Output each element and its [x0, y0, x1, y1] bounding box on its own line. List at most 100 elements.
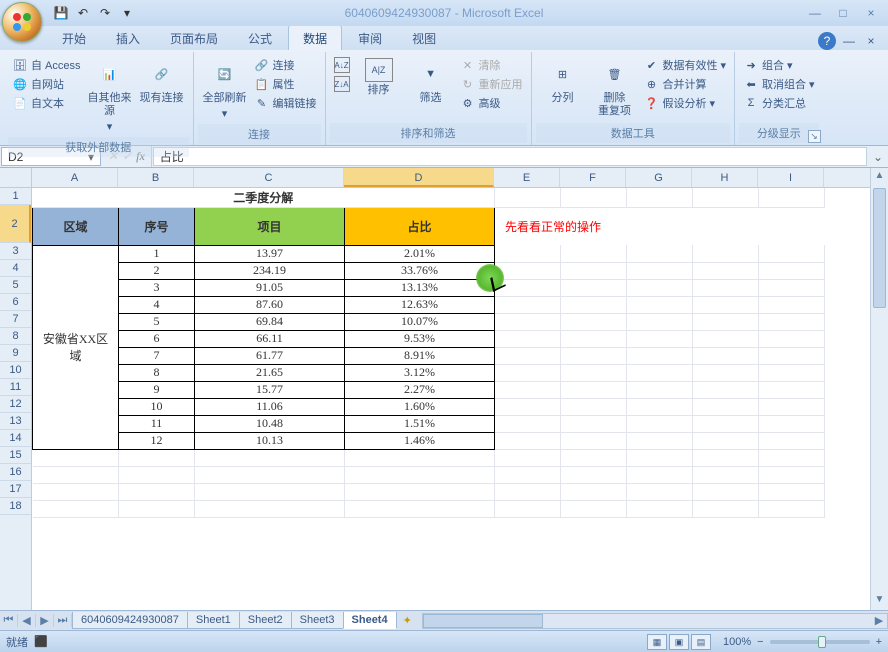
qat-dropdown-icon[interactable]: ▾ [118, 4, 136, 22]
connections-button[interactable]: 🔗连接 [252, 56, 319, 74]
from-access-button[interactable]: 🗄自 Access [10, 56, 83, 74]
cell[interactable] [693, 245, 759, 262]
cell[interactable] [693, 500, 759, 517]
hdr-ratio[interactable]: 占比 [345, 207, 495, 245]
cell[interactable] [195, 449, 345, 466]
seq-cell[interactable]: 2 [119, 262, 195, 279]
seq-cell[interactable]: 9 [119, 381, 195, 398]
row-header-8[interactable]: 8 [0, 328, 31, 345]
seq-cell[interactable]: 1 [119, 245, 195, 262]
cell[interactable] [495, 279, 561, 296]
cell[interactable] [759, 330, 825, 347]
remove-duplicates-button[interactable]: 🗑删除 重复项 [590, 56, 640, 120]
item-cell[interactable]: 11.06 [195, 398, 345, 415]
cell[interactable] [627, 398, 693, 415]
cell[interactable] [561, 279, 627, 296]
ratio-cell[interactable]: 1.60% [345, 398, 495, 415]
cell[interactable] [627, 188, 693, 207]
cell[interactable] [561, 500, 627, 517]
seq-cell[interactable]: 12 [119, 432, 195, 449]
row-header-10[interactable]: 10 [0, 362, 31, 379]
from-text-button[interactable]: 📄自文本 [10, 94, 83, 112]
cell[interactable] [33, 449, 119, 466]
ratio-cell[interactable]: 10.07% [345, 313, 495, 330]
cell[interactable] [561, 296, 627, 313]
seq-cell[interactable]: 7 [119, 347, 195, 364]
item-cell[interactable]: 13.97 [195, 245, 345, 262]
page-break-view-icon[interactable]: ▤ [691, 634, 711, 650]
cell[interactable] [693, 347, 759, 364]
row-header-4[interactable]: 4 [0, 260, 31, 277]
row-header-14[interactable]: 14 [0, 430, 31, 447]
row-header-16[interactable]: 16 [0, 464, 31, 481]
cell[interactable] [561, 398, 627, 415]
row-header-1[interactable]: 1 [0, 188, 31, 205]
item-cell[interactable]: 66.11 [195, 330, 345, 347]
cell[interactable] [627, 347, 693, 364]
cell[interactable] [627, 296, 693, 313]
item-cell[interactable]: 69.84 [195, 313, 345, 330]
cell[interactable] [561, 466, 627, 483]
col-header-B[interactable]: B [118, 168, 194, 187]
clear-filter-button[interactable]: ✕清除 [458, 56, 525, 74]
col-header-D[interactable]: D [344, 168, 494, 187]
zoom-in-icon[interactable]: + [876, 636, 882, 648]
minimize-button[interactable]: — [802, 4, 828, 22]
row-header-17[interactable]: 17 [0, 481, 31, 498]
cell[interactable] [759, 364, 825, 381]
cell[interactable] [495, 398, 561, 415]
cell[interactable] [759, 415, 825, 432]
ratio-cell[interactable]: 2.27% [345, 381, 495, 398]
cell[interactable] [627, 245, 693, 262]
spreadsheet-grid[interactable]: 123456789101112131415161718 ABCDEFGHI 二季… [0, 168, 888, 610]
cell[interactable] [759, 500, 825, 517]
doc-close-icon[interactable]: × [862, 32, 880, 50]
cell[interactable] [759, 188, 825, 207]
normal-view-icon[interactable]: ▦ [647, 634, 667, 650]
row-header-7[interactable]: 7 [0, 311, 31, 328]
ratio-cell[interactable]: 13.13% [345, 279, 495, 296]
cell[interactable] [495, 364, 561, 381]
seq-cell[interactable]: 4 [119, 296, 195, 313]
item-cell[interactable]: 21.65 [195, 364, 345, 381]
annotation-text[interactable]: 先看看正常的操作 [495, 207, 825, 245]
region-cell[interactable]: 安徽省XX区域 [33, 245, 119, 449]
cell[interactable] [627, 313, 693, 330]
properties-button[interactable]: 📋属性 [252, 75, 319, 93]
row-header-13[interactable]: 13 [0, 413, 31, 430]
cell[interactable] [195, 466, 345, 483]
cell[interactable] [693, 188, 759, 207]
row-header-18[interactable]: 18 [0, 498, 31, 515]
menu-tab-页面布局[interactable]: 页面布局 [156, 26, 232, 50]
cell[interactable] [693, 313, 759, 330]
sort-button[interactable]: A|Z排序 [354, 56, 404, 99]
cell[interactable] [759, 449, 825, 466]
cell[interactable] [495, 381, 561, 398]
table-title[interactable]: 二季度分解 [33, 188, 495, 207]
cell[interactable] [119, 449, 195, 466]
cell[interactable] [693, 262, 759, 279]
sheet-nav-first-icon[interactable]: ⏮ [0, 614, 18, 627]
menu-tab-审阅[interactable]: 审阅 [344, 26, 396, 50]
cell[interactable] [561, 381, 627, 398]
sheet-tab-Sheet3[interactable]: Sheet3 [291, 612, 344, 629]
undo-icon[interactable]: ↶ [74, 4, 92, 22]
cell[interactable] [495, 449, 561, 466]
cell[interactable] [495, 347, 561, 364]
ratio-cell[interactable]: 1.46% [345, 432, 495, 449]
cell[interactable] [627, 364, 693, 381]
cell[interactable] [561, 313, 627, 330]
select-all-corner[interactable] [0, 168, 31, 188]
page-layout-view-icon[interactable]: ▣ [669, 634, 689, 650]
col-header-F[interactable]: F [560, 168, 626, 187]
sheet-nav-last-icon[interactable]: ⏭ [54, 614, 72, 627]
sheet-nav-prev-icon[interactable]: ◀ [18, 614, 36, 627]
sheet-tab-Sheet2[interactable]: Sheet2 [239, 612, 292, 629]
cell[interactable] [693, 415, 759, 432]
hdr-region[interactable]: 区域 [33, 207, 119, 245]
ribbon-minimize-icon[interactable]: — [840, 32, 858, 50]
row-header-15[interactable]: 15 [0, 447, 31, 464]
cell[interactable] [561, 432, 627, 449]
cell[interactable] [561, 483, 627, 500]
cell[interactable] [759, 432, 825, 449]
